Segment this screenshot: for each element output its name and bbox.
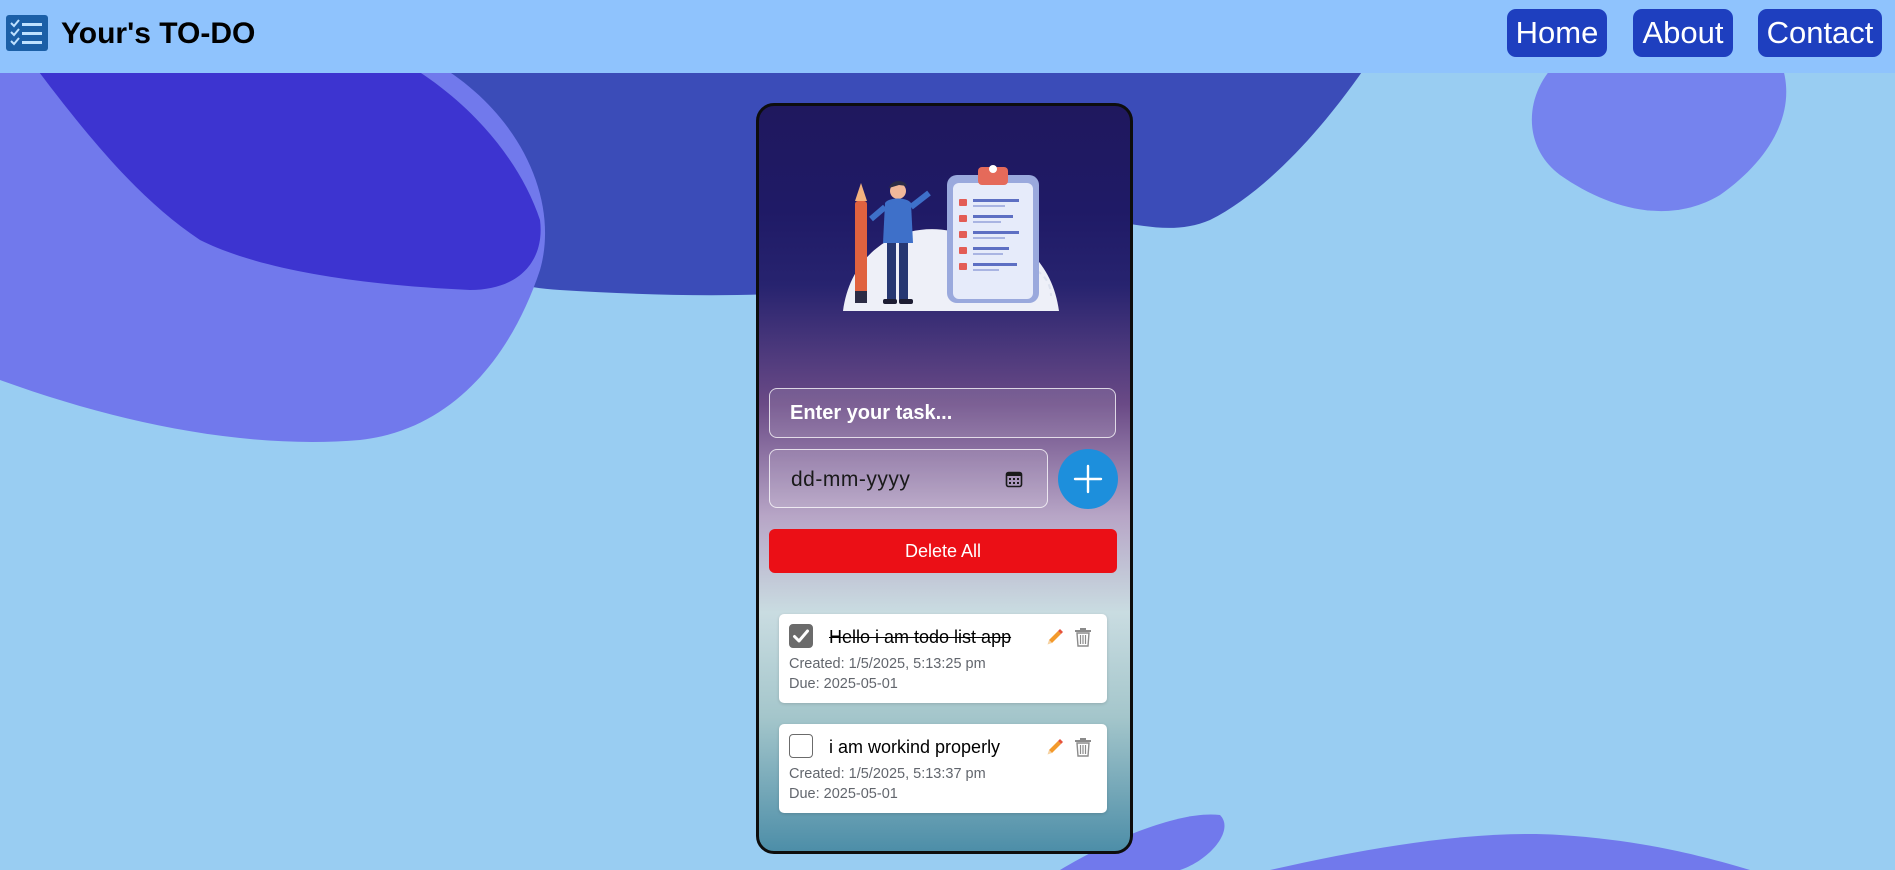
todo-text: Hello i am todo list app: [829, 627, 1012, 647]
calendar-icon[interactable]: [1005, 470, 1023, 488]
nav-about-button[interactable]: About: [1633, 9, 1733, 57]
todo-item: i am workind properly Created: 1/5/2025,…: [779, 724, 1107, 813]
todo-text: i am workind properly: [829, 737, 1001, 757]
nav-contact-button[interactable]: Contact: [1758, 9, 1882, 57]
plus-icon: [1073, 464, 1103, 494]
nav-home-button[interactable]: Home: [1507, 9, 1607, 57]
todo-illustration: [843, 165, 1059, 311]
todo-item: Hello i am todo list app Created: 1/5/20…: [779, 614, 1107, 703]
todo-due: Due: 2025-05-01: [789, 786, 898, 802]
delete-all-button[interactable]: Delete All: [769, 529, 1117, 573]
checklist-icon: [6, 15, 48, 51]
pencil-icon[interactable]: [1045, 737, 1065, 757]
trash-icon[interactable]: [1074, 627, 1092, 647]
todo-created: Created: 1/5/2025, 5:13:25 pm: [789, 656, 986, 672]
pencil-icon[interactable]: [1045, 627, 1065, 647]
navbar: Your's TO-DO Home About Contact: [0, 0, 1895, 73]
date-placeholder: dd-mm-yyyy: [791, 468, 911, 491]
todo-due: Due: 2025-05-01: [789, 676, 898, 692]
todo-checkbox[interactable]: [789, 624, 813, 648]
todo-created: Created: 1/5/2025, 5:13:37 pm: [789, 766, 986, 782]
brand-title: Your's TO-DO: [61, 17, 256, 50]
add-task-button[interactable]: [1058, 449, 1118, 509]
task-input[interactable]: [769, 388, 1116, 438]
trash-icon[interactable]: [1074, 737, 1092, 757]
due-date-input[interactable]: dd-mm-yyyy: [769, 449, 1048, 508]
checkmark-icon: [793, 629, 809, 643]
todo-checkbox[interactable]: [789, 734, 813, 758]
todo-card: dd-mm-yyyy Delete All Hello i am todo li…: [756, 103, 1133, 854]
